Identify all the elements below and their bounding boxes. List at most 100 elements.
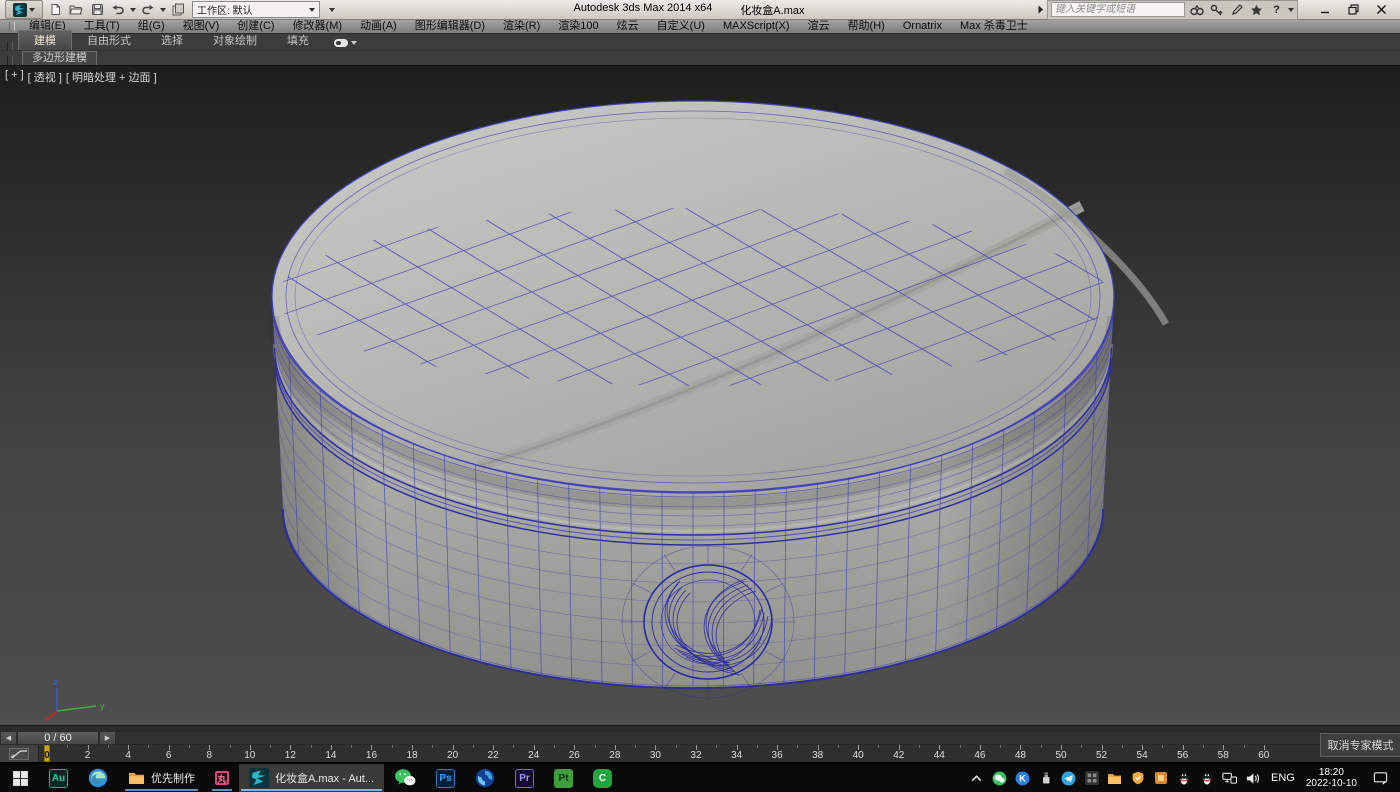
menu-item-12[interactable]: MAXScript(X) (714, 20, 799, 33)
infocenter-collapse-icon[interactable] (1037, 5, 1044, 14)
undo-button[interactable] (109, 2, 127, 18)
clock[interactable]: 18:202022-10-10 (1306, 767, 1357, 789)
restore-button[interactable] (1347, 4, 1359, 16)
folder-icon (128, 771, 145, 785)
viewport-general-menu[interactable]: [ + ] (5, 69, 24, 85)
ribbon-tab-2[interactable]: 选择 (146, 31, 198, 50)
menu-item-9[interactable]: 渲染100 (549, 20, 607, 33)
help-icon[interactable]: ? (1268, 3, 1285, 17)
menu-item-16[interactable]: Max 杀毒卫士 (951, 20, 1037, 33)
tray-wechat-icon[interactable] (992, 771, 1007, 786)
save-file-button[interactable] (88, 2, 106, 18)
ruler-tick-label: 38 (812, 750, 823, 761)
tray-volume-icon[interactable] (1245, 771, 1260, 786)
project-folder-button[interactable] (169, 2, 187, 18)
menu-item-11[interactable]: 自定义(U) (648, 20, 714, 33)
tray-qq-2-icon[interactable] (1199, 771, 1214, 786)
communication-pen-icon[interactable] (1228, 3, 1245, 17)
menu-item-15[interactable]: Ornatrix (894, 20, 951, 33)
previous-frame-button[interactable]: ◀ (0, 731, 17, 745)
edge-icon (88, 768, 108, 788)
language-indicator[interactable]: ENG (1268, 772, 1298, 784)
menubar-grip[interactable] (9, 22, 15, 31)
favorites-star-icon[interactable] (1248, 3, 1265, 17)
app-title-text: Autodesk 3ds Max 2014 x64 (574, 2, 713, 18)
ruler-tick (838, 745, 839, 748)
menu-item-8[interactable]: 渲染(R) (494, 20, 549, 33)
ruler-tick-label: 46 (974, 750, 985, 761)
ribbon-grip[interactable] (7, 41, 13, 50)
time-slider[interactable]: 0 / 60 (17, 731, 99, 745)
tray-qq-icon[interactable] (1176, 771, 1191, 786)
viewport-label: [ + ] [ 透视 ] [ 明暗处理 + 边面 ] (5, 69, 157, 85)
ruler-tick-label: 6 (166, 750, 172, 761)
ribbon-tab-4[interactable]: 填充 (272, 31, 324, 50)
ribbon-minimize-caret-icon (351, 41, 357, 45)
redo-button[interactable] (139, 2, 157, 18)
viewport-canvas[interactable]: zy (0, 66, 1400, 725)
ruler-tick (676, 745, 677, 748)
ruler-tick-label: 18 (406, 750, 417, 761)
menu-item-13[interactable]: 渲云 (799, 20, 839, 33)
ruler-tick-label: 60 (1258, 750, 1269, 761)
cancel-expert-mode-button[interactable]: 取消专家模式 (1320, 733, 1400, 757)
ruler-tick-label: 24 (528, 750, 539, 761)
redo-history-caret-icon[interactable] (160, 8, 166, 12)
tray-chevron-up-icon[interactable] (969, 771, 984, 786)
close-button[interactable] (1375, 4, 1387, 16)
track-bar-ruler[interactable]: 2468101214161820222426283032343638404244… (39, 745, 1400, 762)
time-slider-track[interactable] (116, 731, 1400, 745)
menu-item-14[interactable]: 帮助(H) (839, 20, 894, 33)
open-file-button[interactable] (67, 2, 85, 18)
perspective-viewport[interactable]: [ + ] [ 透视 ] [ 明暗处理 + 边面 ] zy (0, 65, 1400, 725)
ribbon-pill-icon (334, 39, 348, 47)
panel-tab-polygon-modeling[interactable]: 多边形建模 (22, 51, 97, 65)
tray-telegram-icon[interactable] (1061, 771, 1076, 786)
ribbon-panel-grip[interactable] (7, 56, 13, 65)
tray-kugou-icon[interactable]: K (1015, 771, 1030, 786)
ruler-tick (554, 745, 555, 748)
window-title: Autodesk 3ds Max 2014 x64 化妆盒A.max (344, 2, 1034, 18)
toolbar-options-button[interactable] (323, 2, 341, 18)
help-caret-icon[interactable] (1288, 8, 1294, 12)
ribbon-tab-0[interactable]: 建模 (18, 30, 72, 50)
next-frame-button[interactable]: ▶ (99, 731, 116, 745)
menu-item-7[interactable]: 图形编辑器(D) (406, 20, 494, 33)
ruler-tick-label: 12 (285, 750, 296, 761)
ruler-tick (473, 745, 474, 748)
svg-text:z: z (53, 677, 58, 687)
menu-item-10[interactable]: 炫云 (608, 20, 648, 33)
minimize-button[interactable] (1319, 4, 1331, 16)
ruler-tick-label: 2 (85, 750, 91, 761)
viewport-shading-menu[interactable]: [ 明暗处理 + 边面 ] (66, 69, 157, 85)
search-binoculars-icon[interactable] (1188, 3, 1205, 17)
tray-box-orange-icon[interactable] (1153, 771, 1168, 786)
search-input[interactable] (1051, 2, 1185, 17)
notification-center-icon[interactable] (1373, 771, 1388, 786)
ruler-tick (1041, 745, 1042, 748)
new-scene-button[interactable] (46, 2, 64, 18)
blue-player-icon (475, 768, 495, 788)
mini-curve-editor-button[interactable] (0, 745, 39, 762)
document-title-text: 化妆盒A.max (740, 2, 804, 18)
ribbon-tab-3[interactable]: 对象绘制 (198, 31, 272, 50)
current-frame-label: 0 (44, 750, 50, 761)
tray-usb-icon[interactable] (1038, 771, 1053, 786)
tray-folder-orange-icon[interactable] (1107, 771, 1122, 786)
model-wireframe[interactable] (0, 66, 1387, 700)
viewport-pov-menu[interactable]: [ 透视 ] (28, 69, 62, 85)
ribbon-minimize-button[interactable] (334, 39, 357, 50)
subscription-key-icon[interactable] (1208, 3, 1225, 17)
tray-network-icon[interactable] (1222, 771, 1237, 786)
tray-shield-icon[interactable] (1130, 771, 1145, 786)
workspace-selector[interactable]: 工作区: 默认 (192, 1, 320, 18)
svg-text:K: K (1019, 773, 1026, 783)
tray-grid-icon[interactable] (1084, 771, 1099, 786)
menu-item-6[interactable]: 动画(A) (351, 20, 406, 33)
undo-history-caret-icon[interactable] (130, 8, 136, 12)
ribbon-tab-1[interactable]: 自由形式 (72, 31, 146, 50)
windows-logo-icon (12, 770, 29, 787)
3dsmax-logo-icon (13, 3, 27, 17)
application-menu-button[interactable] (5, 0, 43, 19)
ruler-tick (1162, 745, 1163, 748)
